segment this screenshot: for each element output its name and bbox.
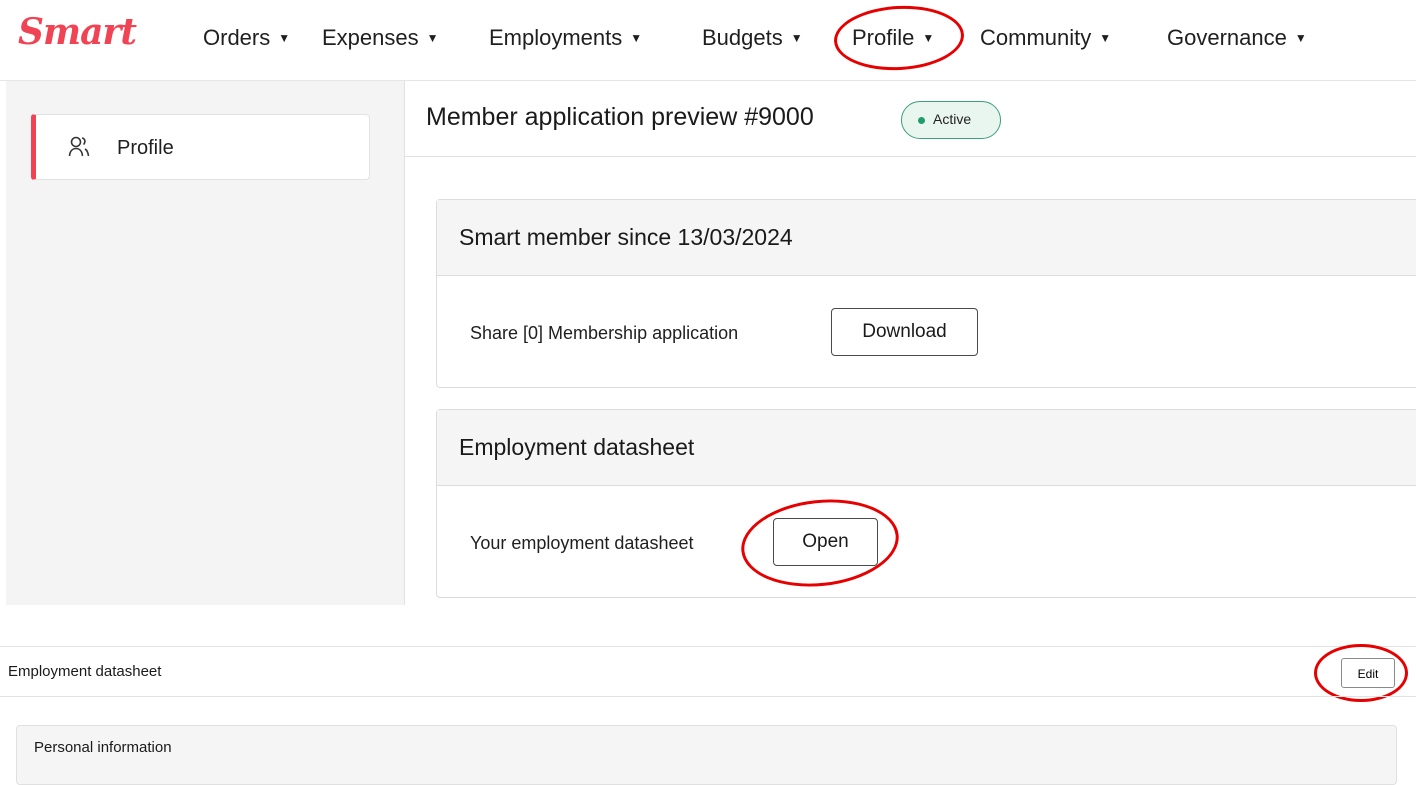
- caret-down-icon: ▼: [630, 31, 643, 45]
- users-icon: [68, 136, 90, 157]
- caret-down-icon: ▼: [1294, 31, 1307, 45]
- caret-down-icon: ▼: [922, 31, 935, 45]
- smart-logo[interactable]: Smart: [18, 14, 137, 50]
- section-divider: [0, 646, 1416, 647]
- nav-item-label: Budgets: [702, 25, 783, 50]
- status-badge: Active: [901, 101, 1001, 139]
- status-badge-label: Active: [933, 111, 972, 127]
- employment-card-body: Your employment datasheet Open: [437, 486, 1416, 598]
- nav-item-orders[interactable]: Orders ▼: [203, 24, 290, 52]
- datasheet-title: Employment datasheet: [8, 663, 162, 680]
- sidebar-divider: [404, 81, 405, 605]
- membership-card: Smart member since 13/03/2024 Share [0] …: [436, 199, 1416, 388]
- download-button[interactable]: Download: [831, 308, 978, 356]
- membership-application-text: Share [0] Membership application: [470, 323, 739, 343]
- top-navigation: Smart Orders ▼ Expenses ▼ Employments ▼ Bud…: [0, 0, 1416, 80]
- employment-card-title: Employment datasheet: [459, 434, 695, 460]
- page-title: Member application preview #9000: [426, 103, 814, 131]
- nav-item-label: Profile: [852, 25, 915, 50]
- employment-datasheet-text: Your employment datasheet: [470, 533, 694, 553]
- nav-item-budgets[interactable]: Budgets ▼: [702, 24, 803, 52]
- nav-item-label: Governance: [1167, 25, 1287, 50]
- nav-item-label: Expenses: [322, 25, 419, 50]
- membership-card-title: Smart member since 13/03/2024: [459, 224, 793, 250]
- caret-down-icon: ▼: [426, 31, 439, 45]
- membership-card-body: Share [0] Membership application Downloa…: [437, 276, 1416, 388]
- edit-button[interactable]: Edit: [1341, 658, 1395, 688]
- nav-item-label: Orders: [203, 25, 271, 50]
- caret-down-icon: ▼: [278, 31, 291, 45]
- nav-item-label: Employments: [489, 25, 623, 50]
- section-divider: [0, 696, 1416, 697]
- nav-item-community[interactable]: Community ▼: [980, 24, 1111, 52]
- nav-item-label: Community: [980, 25, 1092, 50]
- nav-item-expenses[interactable]: Expenses ▼: [322, 24, 439, 52]
- employment-card-header: Employment datasheet: [437, 410, 1416, 486]
- caret-down-icon: ▼: [1099, 31, 1112, 45]
- open-button[interactable]: Open: [773, 518, 878, 566]
- nav-item-governance[interactable]: Governance ▼: [1167, 24, 1307, 52]
- nav-item-employments[interactable]: Employments ▼: [489, 24, 642, 52]
- sidebar-item-profile[interactable]: Profile: [31, 114, 370, 180]
- personal-information-section[interactable]: Personal information: [16, 725, 1397, 785]
- status-dot-icon: [918, 117, 925, 124]
- nav-item-profile[interactable]: Profile ▼: [852, 24, 934, 52]
- membership-card-header: Smart member since 13/03/2024: [437, 200, 1416, 276]
- employment-card: Employment datasheet Your employment dat…: [436, 409, 1416, 598]
- caret-down-icon: ▼: [790, 31, 803, 45]
- personal-information-title: Personal information: [34, 739, 172, 756]
- sidebar-item-label: Profile: [117, 137, 174, 159]
